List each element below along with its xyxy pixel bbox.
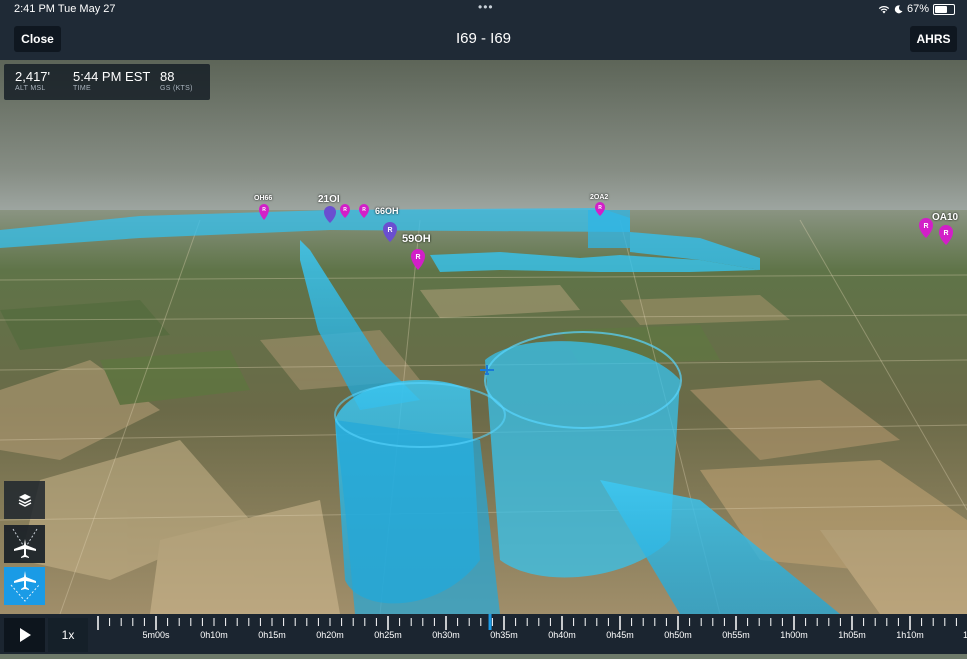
timeline-label: 0h45m (606, 630, 634, 640)
altitude-label: ALT MSL (15, 85, 46, 92)
playback-speed-button[interactable]: 1x (48, 618, 88, 652)
altitude-readout: 2,417' ALT MSL (15, 69, 50, 92)
time-value: 5:44 PM EST (73, 69, 151, 84)
navbar: Close I69 - I69 AHRS (0, 18, 967, 60)
timeline-label: 0h35m (490, 630, 518, 640)
page-title: I69 - I69 (455, 30, 512, 47)
status-bar: 2:41 PM Tue May 27 ••• 67% (0, 0, 967, 18)
time-readout: 5:44 PM EST TIME (73, 69, 150, 92)
layers-icon (18, 494, 31, 507)
multitask-dots[interactable]: ••• (478, 0, 494, 14)
svg-text:R: R (343, 207, 347, 213)
timeline-label: 0h50m (664, 630, 692, 640)
timeline-label: 1h10m (896, 630, 924, 640)
altitude-value: 2,417' (15, 69, 51, 84)
svg-text:R: R (362, 207, 366, 213)
airport-label-66oh: 66OH (375, 206, 399, 216)
timeline-label: 0h15m (258, 630, 286, 640)
terrain-scene: R R R R R R R R (0, 60, 967, 614)
groundspeed-value: 88 (160, 69, 175, 84)
svg-text:R: R (598, 205, 602, 211)
flight-info-panel: 2,417' ALT MSL 5:44 PM EST TIME 88 GS (K… (4, 64, 210, 100)
timeline-label: 0h40m (548, 630, 576, 640)
timeline-label: 0h55m (722, 630, 750, 640)
airport-label-oa10: OA10 (932, 212, 959, 223)
battery-icon (933, 3, 955, 15)
timeline-label: 5m00s (142, 630, 170, 640)
airport-label-21oi: 21OI (318, 194, 340, 205)
timeline-scrubber[interactable]: 5m00s 0h10m 0h15m 0h20m 0h25m 0h30m 0h35m 0h40m… (90, 614, 967, 654)
timeline-label: 0h30m (432, 630, 460, 640)
status-time: 2:41 PM Tue May 27 (14, 3, 116, 15)
timeline-label: 0h20m (316, 630, 344, 640)
ahrs-button[interactable]: AHRS (910, 26, 957, 52)
airplane-view-icon (12, 528, 37, 558)
timeline-label: 0h25m (374, 630, 402, 640)
battery-percent: 67% (906, 3, 929, 15)
timeline-label: 0h10m (200, 630, 228, 640)
timeline-label: 1h (962, 630, 967, 640)
time-label: TIME (73, 85, 91, 92)
playback-bar: 1x 5m00s 0h10m 0h15m 0h20m 0h25m 0h30m 0h35m 0h… (0, 614, 967, 654)
status-indicators: 67% (878, 3, 955, 15)
moon-icon (894, 4, 903, 13)
flight-3d-view[interactable]: R R R R R R R R OH66 21OI 66OH 59OH 2OA2… (0, 60, 967, 614)
svg-text:R: R (943, 230, 948, 237)
timeline-label: 1h00m (780, 630, 808, 640)
play-icon (19, 628, 31, 642)
airplane-track-button[interactable] (4, 567, 45, 605)
airport-label-2oa2: 2OA2 (590, 194, 609, 201)
wifi-icon (878, 5, 890, 13)
svg-text:R: R (262, 207, 266, 213)
airport-label-oh66: OH66 (254, 195, 273, 202)
groundspeed-label: GS (KTS) (160, 85, 193, 92)
groundspeed-readout: 88 GS (KTS) (160, 69, 193, 92)
svg-text:R: R (387, 227, 392, 234)
airport-label-59oh: 59OH (402, 233, 431, 245)
play-button[interactable] (4, 618, 45, 652)
airplane-view-button[interactable] (4, 525, 45, 563)
svg-text:R: R (415, 254, 420, 261)
svg-text:R: R (923, 223, 928, 230)
layers-button[interactable] (4, 481, 45, 519)
timeline-label: 1h05m (838, 630, 866, 640)
airplane-track-icon (10, 571, 39, 602)
